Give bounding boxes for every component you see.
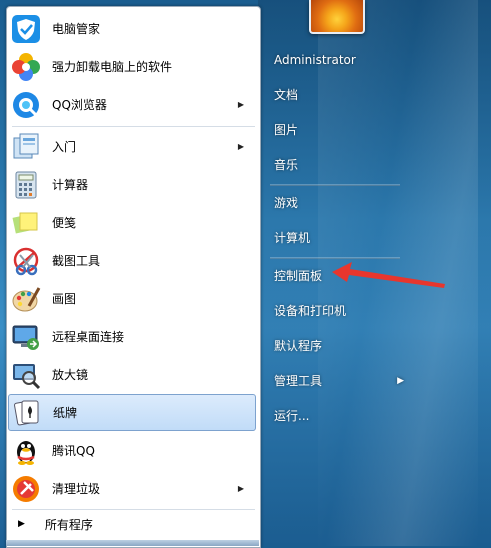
documents-link[interactable]: 文档 — [266, 80, 408, 110]
default-programs-label: 默认程序 — [274, 339, 323, 353]
item-label: 腾讯QQ — [52, 444, 95, 458]
games-link[interactable]: 游戏 — [266, 188, 408, 218]
recent-item-cleanup[interactable]: 清理垃圾 ▶ — [8, 470, 256, 507]
recent-item-magnifier[interactable]: 放大镜 — [8, 356, 256, 393]
getting-started-icon — [10, 131, 42, 163]
recent-item-paint[interactable]: 画图 — [8, 280, 256, 317]
user-label: Administrator — [274, 53, 356, 67]
all-programs-button[interactable]: ▶ 所有程序 — [8, 511, 256, 537]
pictures-label: 图片 — [274, 123, 299, 137]
recent-item-remote-desktop[interactable]: 远程桌面连接 — [8, 318, 256, 355]
item-label: 强力卸载电脑上的软件 — [52, 60, 173, 74]
sticky-notes-icon — [10, 207, 42, 239]
run-label: 运行... — [274, 409, 310, 423]
cleanup-icon — [10, 473, 42, 505]
search-area-edge — [6, 540, 259, 546]
calculator-icon — [10, 169, 42, 201]
item-label: 清理垃圾 — [52, 482, 101, 496]
computer-link[interactable]: 计算机 — [266, 223, 408, 253]
item-label: 截图工具 — [52, 254, 101, 268]
run-link[interactable]: 运行... — [266, 401, 408, 431]
clover-icon — [10, 51, 42, 83]
computer-label: 计算机 — [274, 231, 311, 245]
item-label: 放大镜 — [52, 368, 89, 382]
qq-browser-icon — [10, 89, 42, 121]
documents-label: 文档 — [274, 88, 299, 102]
games-label: 游戏 — [274, 196, 299, 210]
left-separator — [12, 509, 255, 510]
music-link[interactable]: 音乐 — [266, 150, 408, 180]
control-panel-label: 控制面板 — [274, 269, 323, 283]
item-label: QQ浏览器 — [52, 98, 107, 112]
all-programs-label: 所有程序 — [44, 517, 93, 532]
item-label: 便笺 — [52, 216, 77, 230]
user-avatar[interactable] — [309, 0, 365, 34]
red-pointer-arrow-icon — [332, 262, 445, 288]
recent-item-calculator[interactable]: 计算器 — [8, 166, 256, 203]
pinned-item-uninstaller[interactable]: 强力卸载电脑上的软件 — [8, 48, 256, 85]
pinned-item-pc-manager[interactable]: 电脑管家 — [8, 10, 256, 47]
triangle-right-icon: ▶ — [18, 519, 25, 529]
item-label: 远程桌面连接 — [52, 330, 125, 344]
recent-item-tencent-qq[interactable]: 腾讯QQ — [8, 432, 256, 469]
item-label: 纸牌 — [53, 406, 78, 420]
devices-printers-link[interactable]: 设备和打印机 — [266, 296, 408, 326]
user-folder-link[interactable]: Administrator — [266, 45, 408, 75]
snipping-tool-icon — [10, 245, 42, 277]
paint-icon — [10, 283, 42, 315]
right-separator — [270, 184, 400, 186]
pinned-item-qq-browser[interactable]: QQ浏览器 ▶ — [8, 86, 256, 123]
item-label: 计算器 — [52, 178, 89, 192]
admin-tools-link[interactable]: 管理工具 ▶ — [266, 366, 408, 396]
solitaire-icon — [11, 397, 43, 429]
default-programs-link[interactable]: 默认程序 — [266, 331, 408, 361]
item-label: 电脑管家 — [52, 22, 101, 36]
chevron-right-icon: ▶ — [237, 484, 244, 493]
recent-item-snipping-tool[interactable]: 截图工具 — [8, 242, 256, 279]
left-separator — [12, 126, 255, 127]
chevron-right-icon: ▶ — [237, 142, 244, 151]
chevron-right-icon: ▶ — [237, 100, 244, 109]
devices-printers-label: 设备和打印机 — [274, 304, 347, 318]
shield-icon — [10, 13, 42, 45]
item-label: 入门 — [52, 140, 77, 154]
pictures-link[interactable]: 图片 — [266, 115, 408, 145]
remote-desktop-icon — [10, 321, 42, 353]
recent-item-solitaire[interactable]: 纸牌 — [8, 394, 256, 431]
qq-penguin-icon — [10, 435, 42, 467]
admin-tools-label: 管理工具 — [274, 374, 323, 388]
chevron-right-icon: ▶ — [397, 376, 404, 386]
magnifier-icon — [10, 359, 42, 391]
recent-item-sticky-notes[interactable]: 便笺 — [8, 204, 256, 241]
recent-item-getting-started[interactable]: 入门 ▶ — [8, 128, 256, 165]
item-label: 画图 — [52, 292, 77, 306]
music-label: 音乐 — [274, 158, 299, 172]
